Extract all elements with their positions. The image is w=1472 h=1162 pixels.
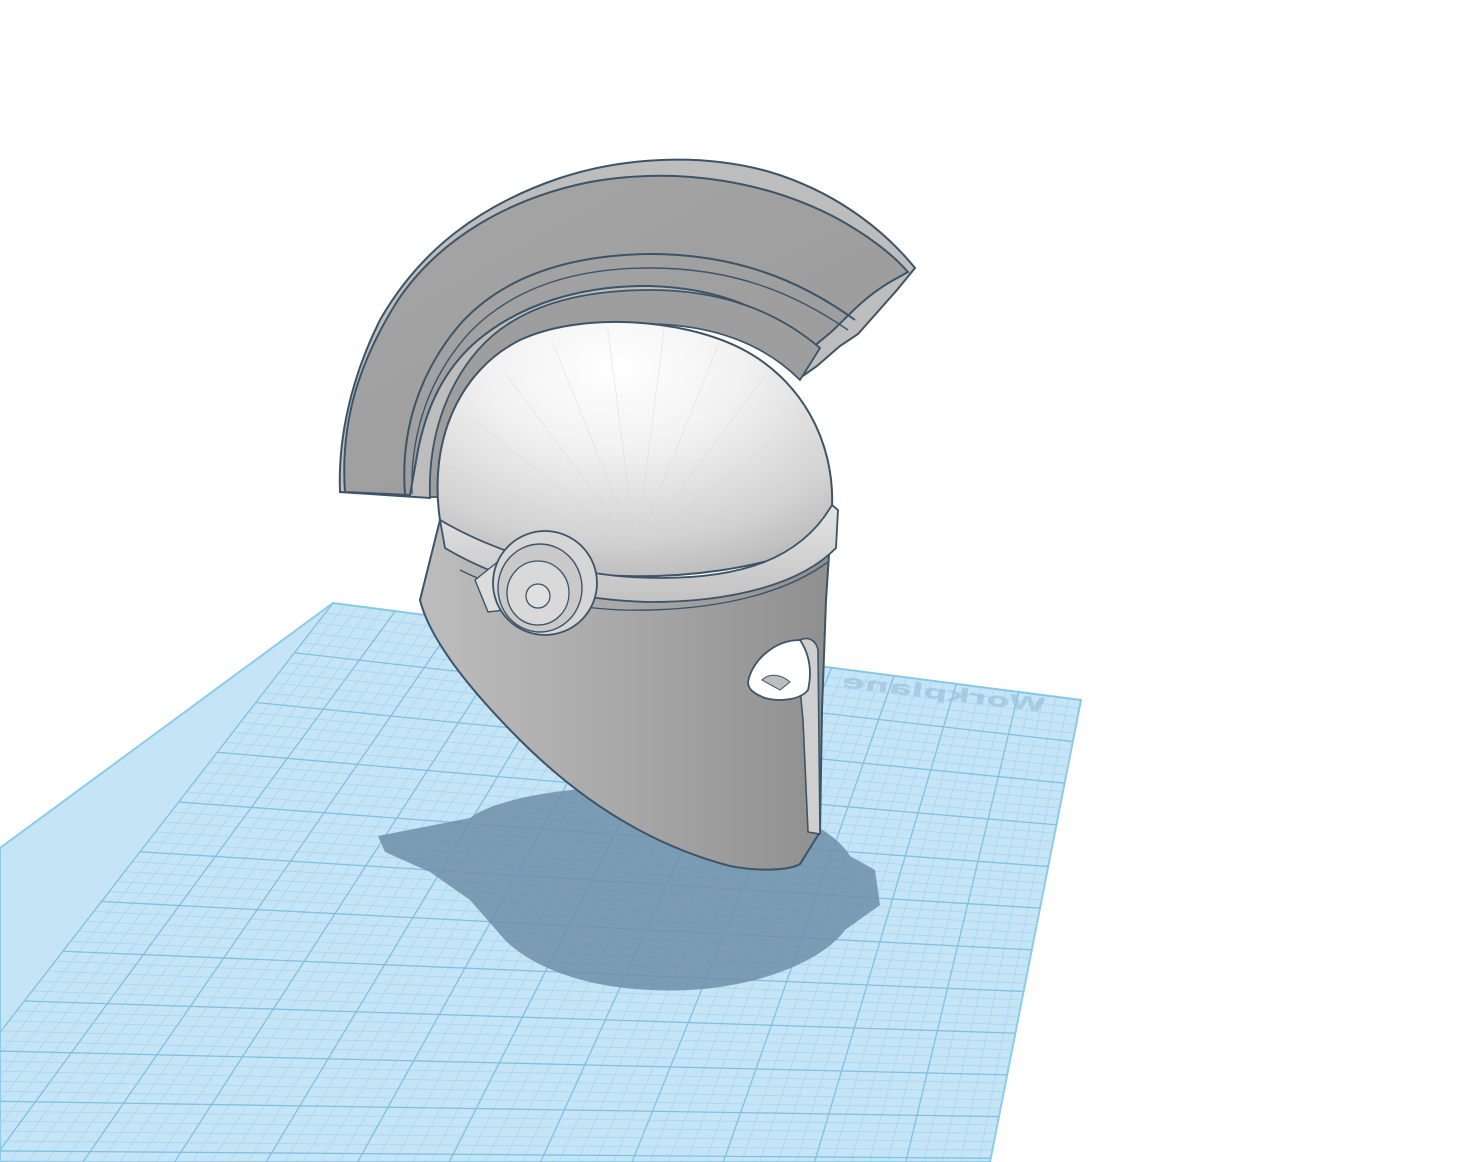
helmet-dome[interactable] <box>436 320 834 578</box>
3d-scene[interactable]: Workplane <box>0 0 1472 1162</box>
3d-viewport[interactable]: Workplane <box>0 0 1472 1162</box>
